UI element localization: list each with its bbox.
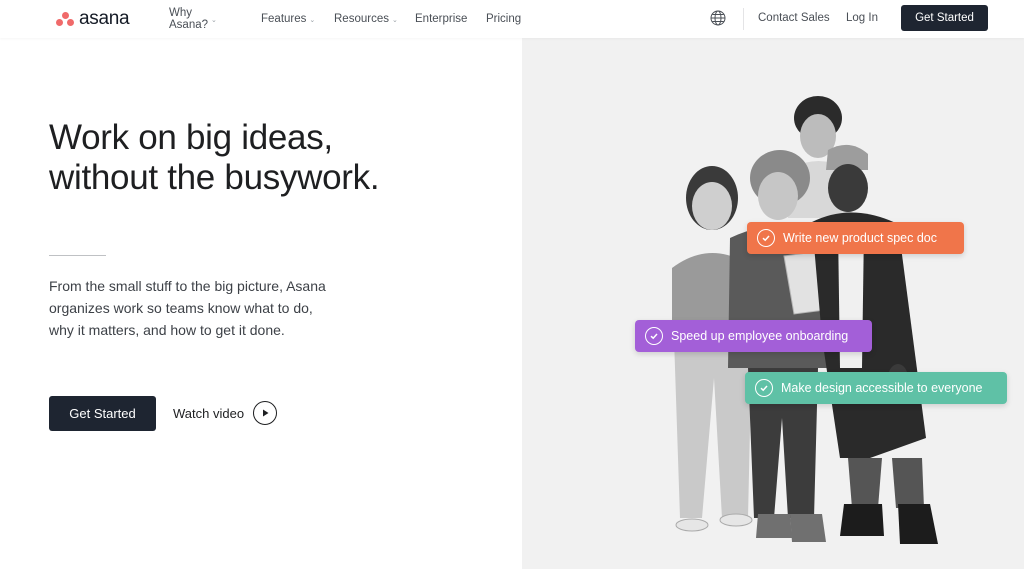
asana-logo-icon [56, 11, 74, 27]
task-label: Write new product spec doc [783, 231, 938, 245]
check-circle-icon [645, 327, 663, 345]
nav-pricing[interactable]: Pricing [486, 13, 521, 25]
hero-subtitle: From the small stuff to the big picture,… [49, 278, 326, 338]
nav-why-asana[interactable]: Why Asana? ⌄ [169, 7, 217, 31]
play-icon [253, 401, 278, 425]
hero-image-panel [522, 38, 1024, 569]
watch-video-link[interactable]: Watch video [173, 401, 278, 425]
nav-get-started-button[interactable]: Get Started [901, 5, 988, 31]
task-chip-accessible-design[interactable]: Make design accessible to everyone [745, 372, 1007, 404]
login-link[interactable]: Log In [846, 12, 878, 24]
hero-get-started-button[interactable]: Get Started [49, 396, 156, 431]
nav-divider [743, 8, 744, 30]
chevron-down-icon: ⌄ [391, 16, 398, 24]
hero-title: Work on big ideas, without the busywork. [49, 118, 380, 197]
nav-features[interactable]: Features ⌄ [261, 13, 315, 25]
asana-logo[interactable]: asana [56, 8, 130, 30]
contact-sales-link[interactable]: Contact Sales [758, 12, 830, 24]
logo-wordmark: asana [79, 8, 130, 29]
watch-video-label: Watch video [173, 405, 245, 421]
hero-divider [49, 255, 106, 256]
check-circle-icon [755, 379, 773, 397]
chevron-down-icon: ⌄ [211, 16, 217, 24]
task-chip-onboarding[interactable]: Speed up employee onboarding [635, 320, 872, 352]
globe-icon[interactable] [710, 10, 726, 26]
nav-resources[interactable]: Resources ⌄ [334, 13, 398, 25]
task-label: Make design accessible to everyone [781, 381, 983, 395]
task-chip-product-spec[interactable]: Write new product spec doc [747, 222, 964, 254]
nav-enterprise[interactable]: Enterprise [415, 13, 467, 25]
chevron-down-icon: ⌄ [309, 16, 316, 24]
team-photo [672, 96, 938, 544]
check-circle-icon [757, 229, 775, 247]
task-label: Speed up employee onboarding [671, 329, 849, 343]
top-nav: asana Why Asana? ⌄ Features ⌄ Resources … [0, 0, 1024, 38]
